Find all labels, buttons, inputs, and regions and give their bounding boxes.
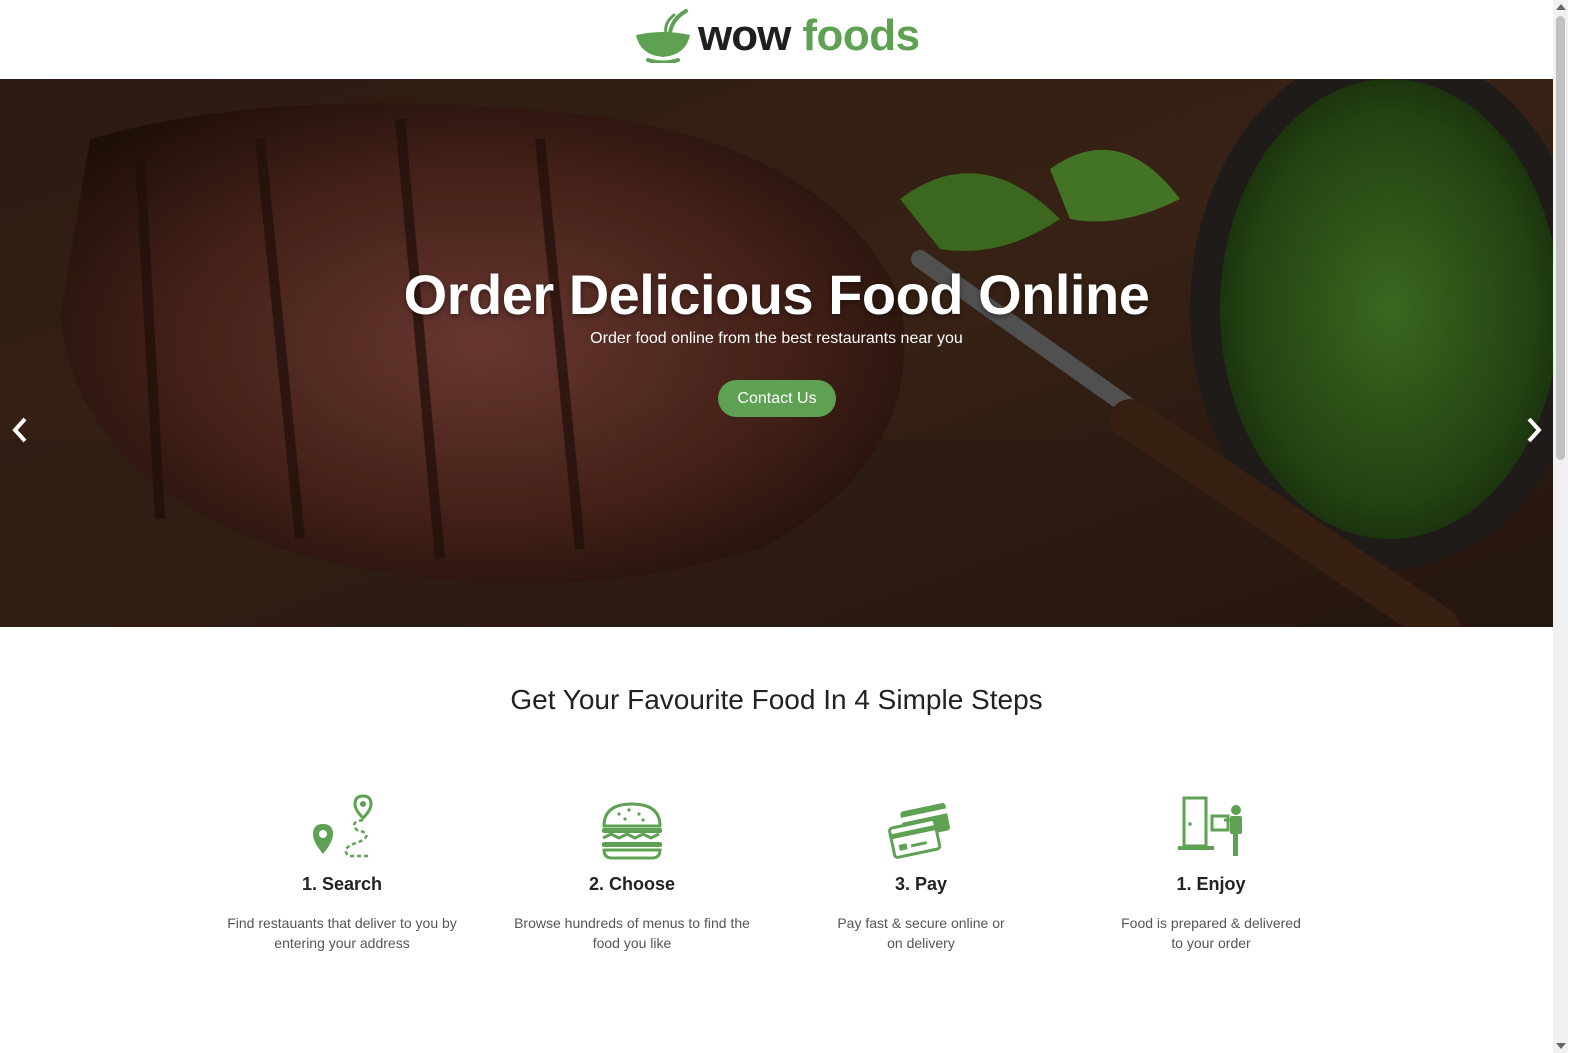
site-header: wow foods — [0, 0, 1568, 79]
map-route-icon — [313, 794, 373, 858]
step-choose: 2. Choose Browse hundreds of menus to fi… — [502, 790, 762, 953]
step-title: 3. Pay — [894, 874, 948, 894]
credit-cards-icon — [888, 803, 951, 859]
step-description: Food is prepared & delivered to your ord… — [1081, 913, 1341, 953]
step-description-line: food you like — [592, 935, 672, 951]
step-title: 2. Choose — [588, 874, 676, 894]
step-description-line: entering your address — [274, 935, 410, 951]
hero-carousel: Order Delicious Food Online Order food o… — [0, 79, 1553, 627]
step-description: Find restauants that deliver to you by e… — [212, 913, 472, 953]
steps-heading: Get Your Favourite Food In 4 Simple Step… — [510, 684, 1043, 715]
vertical-scrollbar[interactable] — [1553, 0, 1568, 1053]
brand-name-part2: foods — [802, 11, 920, 60]
delivery-door-icon — [1178, 796, 1242, 856]
step-search: 1. Search Find restauants that deliver t… — [212, 790, 472, 953]
chevron-left-icon — [12, 417, 27, 443]
step-description-line: Pay fast & secure online or — [837, 915, 1005, 931]
step-description: Browse hundreds of menus to find the foo… — [502, 913, 762, 953]
burger-icon — [602, 802, 662, 860]
chevron-right-icon — [1527, 417, 1542, 443]
brand-logo[interactable]: wow foods — [634, 8, 920, 64]
step-description-line: on delivery — [887, 935, 955, 951]
step-description-line: to your order — [1171, 935, 1251, 951]
hero-food-image — [0, 79, 1553, 627]
bowl-leaf-logo-icon — [636, 9, 690, 63]
step-description-line: Food is prepared & delivered — [1121, 915, 1301, 931]
hero-title: Order Delicious Food Online — [403, 263, 1150, 326]
step-description-line: Browse hundreds of menus to find the — [514, 915, 750, 931]
brand-name-part1: wow — [698, 11, 791, 60]
contact-us-button[interactable]: Contact Us — [718, 380, 836, 417]
scroll-up-arrow-icon[interactable] — [1556, 4, 1566, 10]
carousel-next-button[interactable] — [1522, 415, 1546, 445]
step-title: 1. Search — [301, 874, 383, 894]
carousel-prev-button[interactable] — [8, 415, 32, 445]
scrollbar-thumb[interactable] — [1556, 16, 1565, 460]
hero-subtitle: Order food online from the best restaura… — [590, 330, 963, 347]
page: wow foods Order Delicious Food Online Or… — [0, 0, 1568, 1053]
step-description: Pay fast & secure online or on delivery — [791, 913, 1051, 953]
scroll-down-arrow-icon[interactable] — [1556, 1043, 1566, 1049]
step-enjoy: 1. Enjoy Food is prepared & delivered to… — [1081, 790, 1341, 953]
step-pay: 3. Pay Pay fast & secure online or on de… — [791, 790, 1051, 953]
step-description-line: Find restauants that deliver to you by — [227, 915, 457, 931]
step-title: 1. Enjoy — [1176, 874, 1246, 894]
